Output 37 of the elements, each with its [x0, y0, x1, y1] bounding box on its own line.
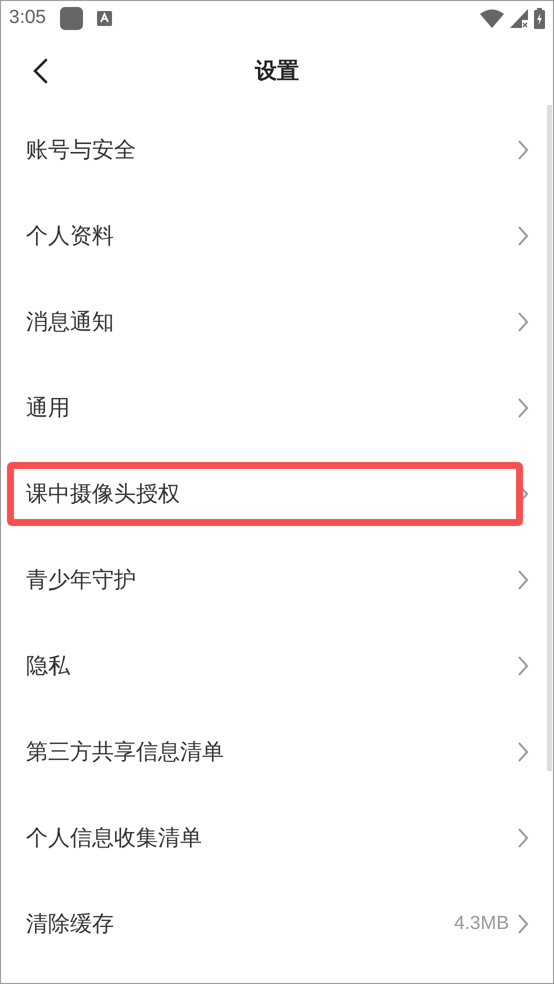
- item-label: 第三方共享信息清单: [26, 739, 224, 767]
- settings-item[interactable]: 清除缓存 4.3MB: [1, 881, 553, 967]
- chevron-right-icon: [517, 225, 529, 247]
- chevron-right-icon: [517, 741, 529, 763]
- signal-icon: [510, 8, 528, 28]
- chevron-right-icon: [517, 311, 529, 333]
- chevron-right-icon: [517, 913, 529, 935]
- chevron-right-icon: [517, 569, 529, 591]
- item-label: 个人资料: [26, 223, 114, 251]
- app-icon: [60, 6, 83, 30]
- settings-item[interactable]: 课中摄像头授权: [1, 451, 553, 537]
- settings-item[interactable]: 个人信息收集清单: [1, 795, 553, 881]
- cache-size: 4.3MB: [454, 913, 509, 935]
- settings-item[interactable]: 隐私: [1, 623, 553, 709]
- item-label: 个人信息收集清单: [26, 825, 202, 853]
- page-title: 设置: [255, 58, 299, 86]
- settings-item[interactable]: 通用: [1, 365, 553, 451]
- settings-item[interactable]: 个人资料: [1, 193, 553, 279]
- settings-item[interactable]: 青少年守护: [1, 537, 553, 623]
- settings-item[interactable]: 消息通知: [1, 279, 553, 365]
- battery-charging-icon: [534, 8, 545, 28]
- settings-item[interactable]: 第三方共享信息清单: [1, 709, 553, 795]
- item-label: 通用: [26, 395, 70, 423]
- item-label: 课中摄像头授权: [26, 481, 180, 509]
- item-label: 青少年守护: [26, 567, 136, 595]
- item-label: 清除缓存: [26, 911, 114, 939]
- item-label: 账号与安全: [26, 137, 136, 165]
- wifi-icon: [480, 8, 504, 28]
- settings-item[interactable]: 账号与安全: [1, 107, 553, 193]
- status-time: 3:05: [9, 7, 46, 29]
- keyboard-notification-icon: [96, 10, 112, 26]
- chevron-right-icon: [517, 397, 529, 419]
- item-label: 隐私: [26, 653, 70, 681]
- chevron-right-icon: [517, 655, 529, 677]
- chevron-right-icon: [517, 827, 529, 849]
- chevron-right-icon: [517, 139, 529, 161]
- item-label: 消息通知: [26, 309, 114, 337]
